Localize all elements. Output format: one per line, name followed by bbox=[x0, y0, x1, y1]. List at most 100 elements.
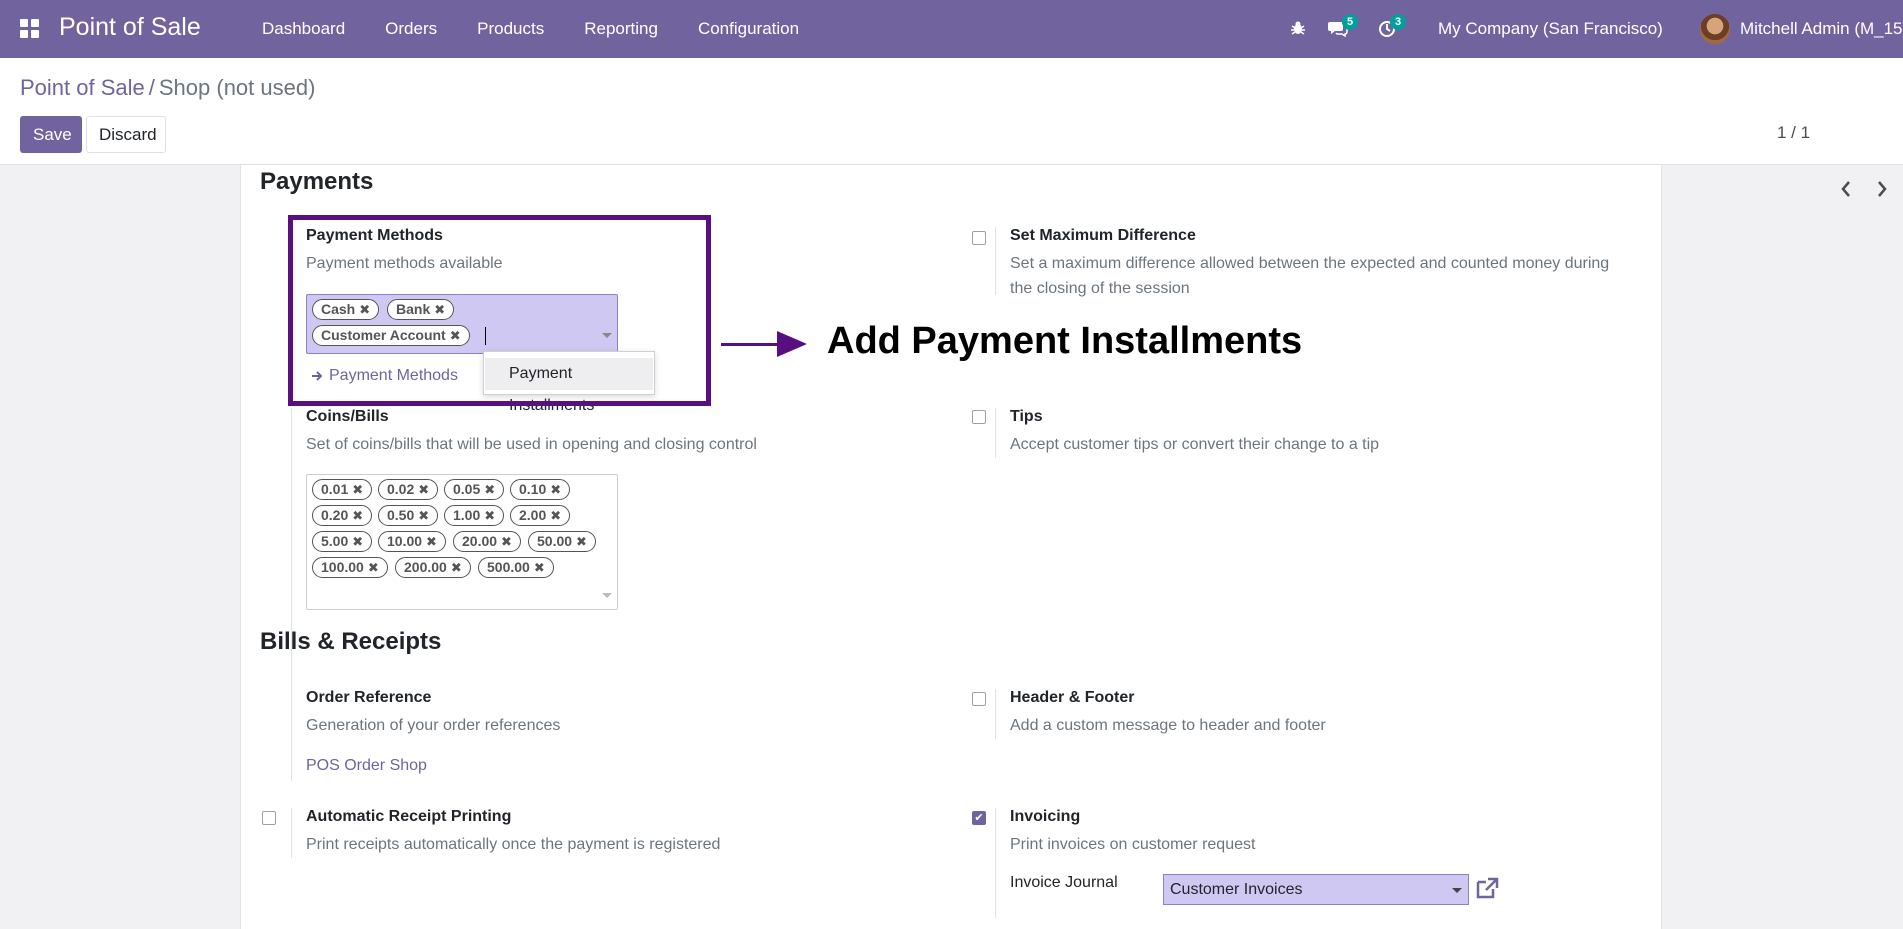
tag-label: 200.00 bbox=[404, 559, 447, 575]
top-navbar: Point of Sale Dashboard Orders Products … bbox=[0, 0, 1903, 58]
remove-tag-icon[interactable]: ✖ bbox=[501, 534, 512, 549]
save-button[interactable]: Save bbox=[20, 116, 82, 153]
activity-badge: 3 bbox=[1390, 14, 1406, 30]
apps-icon[interactable] bbox=[20, 19, 40, 39]
tag-label: 5.00 bbox=[321, 533, 349, 549]
user-menu[interactable]: Mitchell Admin (M_15) bbox=[1740, 19, 1903, 39]
control-panel: Point of Sale / Shop (not used) Save Disca… bbox=[0, 58, 1903, 197]
annotation-arrow-line bbox=[721, 343, 781, 346]
coin-tag[interactable]: 10.00 ✖ bbox=[378, 531, 446, 552]
tag-label: 500.00 bbox=[487, 559, 530, 575]
menu-products[interactable]: Products bbox=[457, 0, 564, 58]
invoice-journal-select[interactable]: Customer Invoices bbox=[1163, 874, 1469, 905]
tips-desc: Accept customer tips or convert their ch… bbox=[1010, 436, 1380, 453]
external-link-icon[interactable] bbox=[1475, 876, 1501, 900]
header-footer-desc: Add a custom message to header and foote… bbox=[1010, 717, 1326, 734]
tag-label: 0.50 bbox=[387, 507, 415, 523]
coins-bills-input[interactable]: 0.01 ✖ 0.02 ✖ 0.05 ✖ 0.10 ✖ 0.20 ✖ 0.50 ✖ 1.00… bbox=[306, 474, 618, 610]
max-difference-desc-line1: Set a maximum difference allowed between… bbox=[1010, 255, 1610, 272]
annotation-arrow-head bbox=[777, 331, 807, 357]
chevron-left-icon[interactable] bbox=[1840, 180, 1852, 198]
chevron-right-icon[interactable] bbox=[1876, 180, 1888, 198]
menu-reporting[interactable]: Reporting bbox=[564, 0, 678, 58]
max-difference-desc-line2: the closing of the session bbox=[1010, 280, 1190, 297]
form-sheet: Payments Payment Methods Payment methods… bbox=[240, 165, 1662, 929]
setting-tips: Tips Accept customer tips or convert the… bbox=[995, 408, 1635, 458]
pos-order-shop-link[interactable]: POS Order Shop bbox=[306, 757, 427, 775]
coin-tag[interactable]: 500.00 ✖ bbox=[478, 557, 554, 578]
remove-tag-icon[interactable]: ✖ bbox=[550, 482, 561, 497]
coin-tag[interactable]: 50.00 ✖ bbox=[528, 531, 596, 552]
remove-tag-icon[interactable]: ✖ bbox=[418, 482, 429, 497]
setting-invoicing: Invoicing Print invoices on customer req… bbox=[995, 808, 1635, 918]
coin-tag[interactable]: 5.00 ✖ bbox=[312, 531, 373, 552]
discard-button[interactable]: Discard bbox=[86, 116, 166, 153]
remove-tag-icon[interactable]: ✖ bbox=[418, 508, 429, 523]
pager-value[interactable]: 1 / 1 bbox=[1777, 123, 1810, 143]
tag-label: 0.10 bbox=[519, 481, 547, 497]
auto-print-title: Automatic Receipt Printing bbox=[306, 808, 512, 825]
coins-bills-title: Coins/Bills bbox=[306, 408, 389, 425]
remove-tag-icon[interactable]: ✖ bbox=[352, 534, 363, 549]
main-menu: Dashboard Orders Products Reporting Conf… bbox=[242, 0, 819, 58]
annotation-text: Add Payment Installments bbox=[827, 320, 1303, 362]
invoicing-checkbox[interactable]: ✔ bbox=[972, 811, 986, 825]
remove-tag-icon[interactable]: ✖ bbox=[368, 560, 379, 575]
chevron-down-icon[interactable] bbox=[602, 593, 612, 598]
coin-tag[interactable]: 0.02 ✖ bbox=[378, 479, 439, 500]
remove-tag-icon[interactable]: ✖ bbox=[451, 560, 462, 575]
max-difference-desc: Set a maximum difference allowed between… bbox=[1010, 251, 1609, 301]
tag-label: 0.20 bbox=[321, 507, 349, 523]
remove-tag-icon[interactable]: ✖ bbox=[576, 534, 587, 549]
menu-configuration[interactable]: Configuration bbox=[678, 0, 819, 58]
max-difference-checkbox[interactable] bbox=[972, 231, 986, 245]
tips-checkbox[interactable] bbox=[972, 410, 986, 424]
app-brand[interactable]: Point of Sale bbox=[59, 13, 201, 42]
remove-tag-icon[interactable]: ✖ bbox=[352, 508, 363, 523]
bug-icon[interactable] bbox=[1290, 20, 1306, 36]
breadcrumb-separator: / bbox=[148, 75, 155, 100]
order-reference-desc: Generation of your order references bbox=[306, 717, 561, 734]
coin-tag[interactable]: 0.01 ✖ bbox=[312, 479, 373, 500]
max-difference-title: Set Maximum Difference bbox=[1010, 227, 1196, 244]
remove-tag-icon[interactable]: ✖ bbox=[352, 482, 363, 497]
auto-print-checkbox[interactable] bbox=[262, 811, 276, 825]
coin-tag[interactable]: 2.00 ✖ bbox=[510, 505, 571, 526]
tag-label: 1.00 bbox=[453, 507, 481, 523]
coin-tag[interactable]: 20.00 ✖ bbox=[453, 531, 521, 552]
coin-tag[interactable]: 0.20 ✖ bbox=[312, 505, 373, 526]
remove-tag-icon[interactable]: ✖ bbox=[484, 482, 495, 497]
chevron-down-icon[interactable] bbox=[1452, 888, 1462, 893]
coin-tag[interactable]: 100.00 ✖ bbox=[312, 557, 388, 578]
chat-badge: 5 bbox=[1342, 14, 1358, 30]
invoice-journal-value: Customer Invoices bbox=[1170, 881, 1303, 898]
menu-dashboard[interactable]: Dashboard bbox=[242, 0, 365, 58]
remove-tag-icon[interactable]: ✖ bbox=[484, 508, 495, 523]
coin-tag[interactable]: 0.10 ✖ bbox=[510, 479, 571, 500]
header-footer-checkbox[interactable] bbox=[972, 692, 986, 706]
company-switcher[interactable]: My Company (San Francisco) bbox=[1438, 19, 1663, 39]
order-reference-title: Order Reference bbox=[306, 689, 432, 706]
tips-title: Tips bbox=[1010, 408, 1043, 425]
tag-label: 100.00 bbox=[321, 559, 364, 575]
remove-tag-icon[interactable]: ✖ bbox=[550, 508, 561, 523]
tag-label: 0.05 bbox=[453, 481, 481, 497]
coin-tag[interactable]: 200.00 ✖ bbox=[395, 557, 471, 578]
header-footer-title: Header & Footer bbox=[1010, 689, 1135, 706]
auto-print-desc: Print receipts automatically once the pa… bbox=[306, 836, 721, 853]
remove-tag-icon[interactable]: ✖ bbox=[534, 560, 545, 575]
coins-bills-desc: Set of coins/bills that will be used in … bbox=[306, 436, 757, 453]
remove-tag-icon[interactable]: ✖ bbox=[426, 534, 437, 549]
invoice-journal-label: Invoice Journal bbox=[1010, 874, 1118, 891]
setting-max-difference: Set Maximum Difference Set a maximum dif… bbox=[995, 227, 1635, 297]
coin-tag[interactable]: 0.05 ✖ bbox=[444, 479, 505, 500]
avatar[interactable] bbox=[1700, 14, 1730, 44]
tag-label: 20.00 bbox=[462, 533, 498, 549]
tag-label: 0.01 bbox=[321, 481, 349, 497]
menu-orders[interactable]: Orders bbox=[365, 0, 457, 58]
breadcrumb: Point of Sale / Shop (not used) bbox=[20, 75, 315, 101]
breadcrumb-parent[interactable]: Point of Sale bbox=[20, 75, 145, 100]
setting-auto-print: Automatic Receipt Printing Print receipt… bbox=[291, 808, 891, 858]
coin-tag[interactable]: 1.00 ✖ bbox=[444, 505, 505, 526]
coin-tag[interactable]: 0.50 ✖ bbox=[378, 505, 439, 526]
